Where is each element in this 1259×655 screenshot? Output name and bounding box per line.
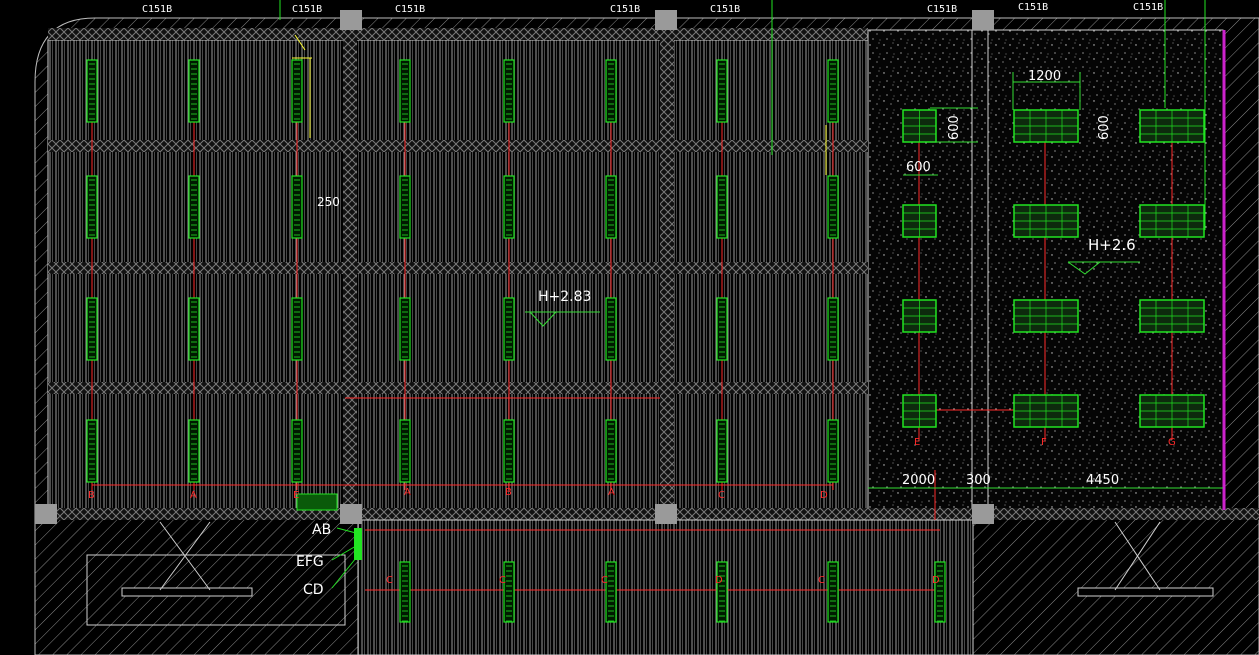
elevation-label-left: H+2.83	[538, 289, 591, 305]
row-label: E	[293, 490, 299, 501]
dim-4450: 4450	[1086, 473, 1119, 488]
top-tag: C151B	[1018, 2, 1048, 13]
corridor-label: C	[601, 575, 608, 586]
dim-600-c: 600	[1097, 115, 1112, 140]
legend-ab: AB	[312, 522, 331, 538]
grid-label-g: G	[1168, 437, 1176, 448]
top-tag: C151B	[610, 4, 640, 15]
corridor-label: C	[818, 575, 825, 586]
row-label: A	[404, 487, 411, 498]
dim-2000: 2000	[902, 473, 935, 488]
corridor-label: C	[386, 575, 393, 586]
legend-efg: EFG	[296, 554, 324, 570]
top-tag: C151B	[142, 4, 172, 15]
dim-1200: 1200	[1028, 69, 1061, 84]
row-label: D	[820, 490, 828, 501]
dim-250: 250	[317, 195, 340, 209]
top-tag: C151B	[927, 4, 957, 15]
top-tag: C151B	[710, 4, 740, 15]
dim-600-b: 600	[947, 115, 962, 140]
top-tags: C151B C151B C151B C151B C151B C151B C151…	[142, 2, 1163, 15]
row-label: B	[88, 490, 95, 501]
dim-300: 300	[966, 473, 991, 488]
elevation-label-right: H+2.6	[1088, 236, 1136, 254]
corridor-label: C	[499, 575, 506, 586]
cad-floor-plan: C151B C151B C151B C151B C151B C151B C151…	[34, 0, 1259, 655]
legend-cd: CD	[303, 582, 324, 598]
corridor-label: D	[932, 575, 940, 586]
corridor-label: D	[715, 575, 723, 586]
row-label: B	[505, 487, 512, 498]
top-tag: C151B	[1133, 2, 1163, 13]
top-tag: C151B	[292, 4, 322, 15]
row-label: A	[190, 490, 197, 501]
grid-label-f: F	[1041, 437, 1047, 448]
row-label: A	[608, 487, 615, 498]
grid-label-e: E	[914, 437, 920, 448]
row-label: C	[718, 490, 725, 501]
dim-600-a: 600	[906, 160, 931, 175]
top-tag: C151B	[395, 4, 425, 15]
